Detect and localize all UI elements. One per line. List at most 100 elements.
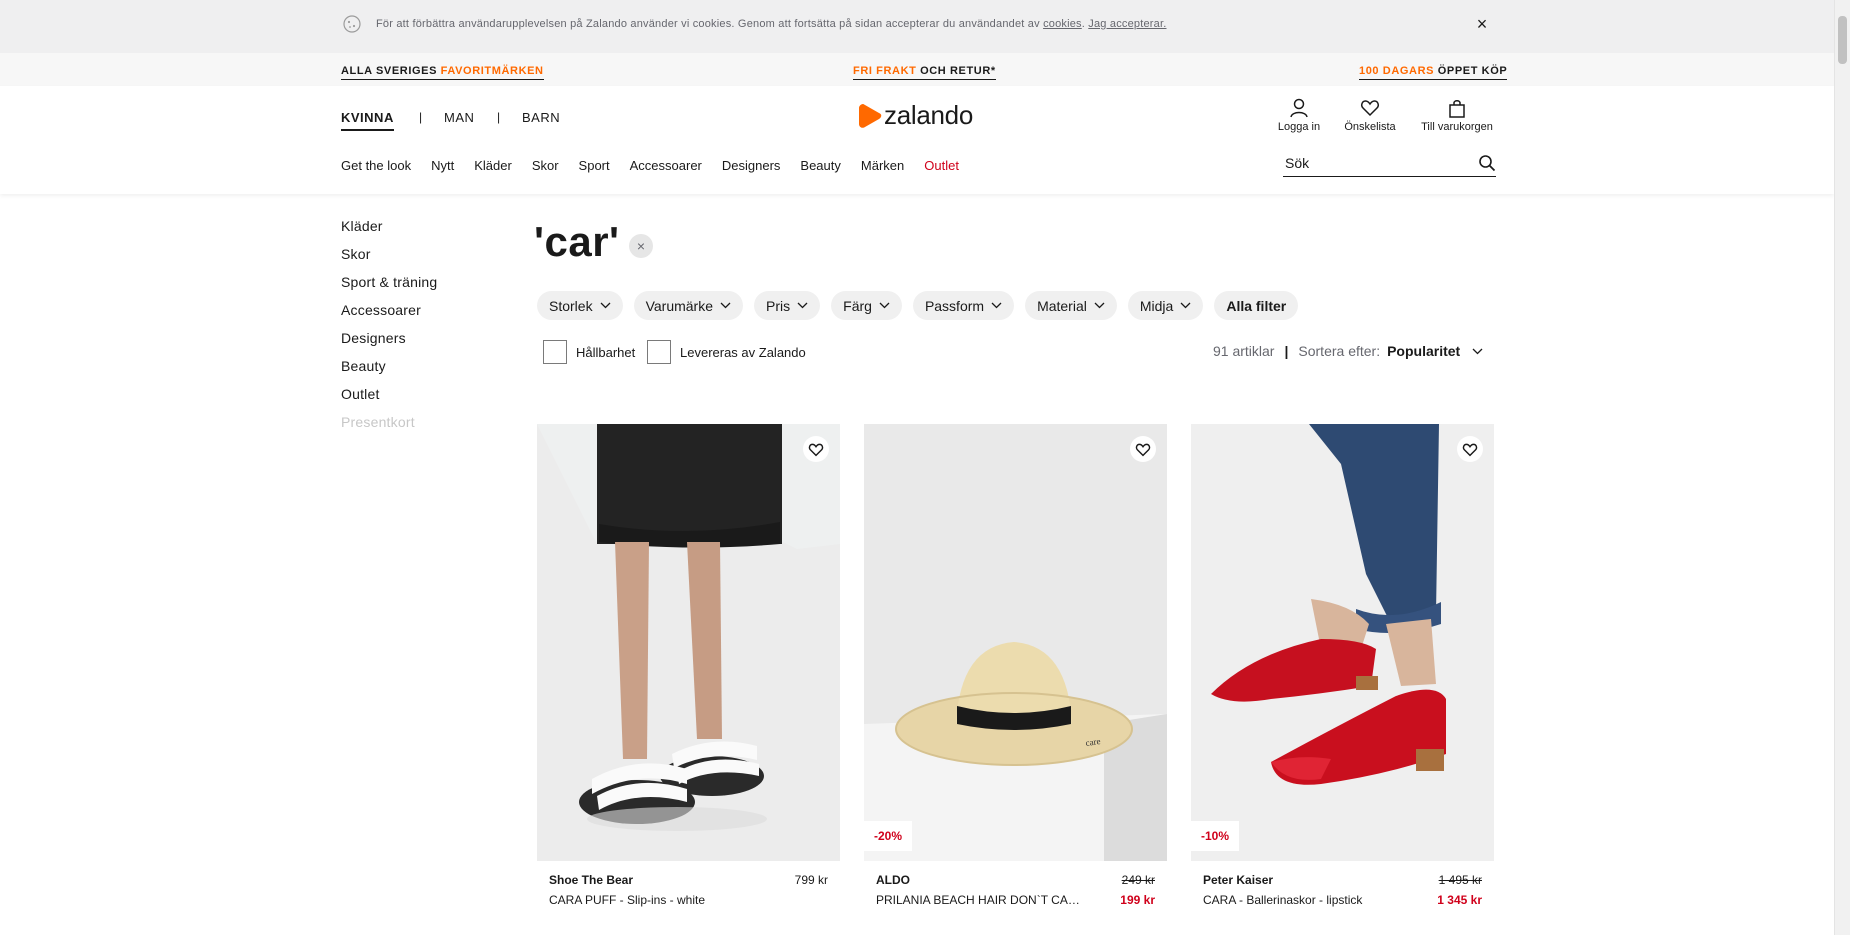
product-sale-price: 1 345 kr	[1437, 893, 1482, 907]
heart-icon	[1361, 100, 1379, 117]
nav-item-outlet[interactable]: Outlet	[924, 158, 959, 173]
gender-separator: |	[419, 110, 423, 124]
product-image[interactable]: -10%	[1191, 424, 1494, 861]
filter-midja[interactable]: Midja	[1127, 291, 1204, 320]
chevron-down-icon	[991, 302, 1002, 309]
chevron-down-icon	[1094, 302, 1105, 309]
product-name: CARA PUFF - Slip-ins - white	[549, 893, 706, 907]
wishlist-button[interactable]: Önskelista	[1339, 98, 1401, 133]
scrollbar-thumb[interactable]	[1838, 16, 1847, 64]
product-card[interactable]: Shoe The Bear 799 kr CARA PUFF - Slip-in…	[537, 424, 840, 913]
login-button[interactable]: Logga in	[1271, 98, 1327, 133]
page-scrollbar[interactable]	[1834, 0, 1850, 935]
filter-farg[interactable]: Färg	[831, 291, 902, 320]
zalando-delivery-label: Levereras av Zalando	[680, 344, 806, 360]
product-brand: ALDO	[876, 873, 910, 887]
cookie-text: För att förbättra användarupplevelsen på…	[376, 18, 1167, 30]
sort-label: Sortera efter:	[1298, 343, 1381, 359]
product-old-price: 1 495 kr	[1438, 873, 1482, 887]
filter-storlek[interactable]: Storlek	[537, 291, 623, 320]
nav-item-beauty[interactable]: Beauty	[800, 158, 840, 173]
chevron-down-icon	[600, 302, 611, 309]
sort-separator: |	[1284, 343, 1289, 359]
search-query-title: 'car'	[534, 218, 620, 265]
close-icon[interactable]: ×	[1472, 14, 1492, 34]
sidebar-item-sport[interactable]: Sport & träning	[341, 272, 437, 300]
product-card[interactable]: care -20% ALDO 249 kr PRILANIA BEACH HAI…	[864, 424, 1167, 913]
product-image[interactable]	[537, 424, 840, 861]
nav-item-nytt[interactable]: Nytt	[431, 158, 454, 173]
sidebar-item-accessoarer[interactable]: Accessoarer	[341, 300, 437, 328]
product-name: CARA - Ballerinaskor - lipstick	[1203, 893, 1363, 907]
promo-free-shipping-link[interactable]: FRI FRAKT OCH RETUR*	[853, 65, 996, 80]
article-count: 91 artiklar	[1213, 343, 1275, 359]
discount-badge: -10%	[1191, 821, 1240, 851]
product-meta: Peter Kaiser 1 495 kr CARA - Ballerinask…	[1191, 861, 1494, 913]
close-icon[interactable]: ×	[629, 234, 653, 258]
gender-tab-men[interactable]: MAN	[444, 110, 474, 125]
product-meta: ALDO 249 kr PRILANIA BEACH HAIR DON`T CA…	[864, 861, 1167, 913]
chevron-down-icon[interactable]	[1472, 348, 1483, 355]
sustainability-label: Hållbarhet	[576, 344, 636, 360]
product-image[interactable]: care -20%	[864, 424, 1167, 861]
user-icon	[1290, 98, 1308, 118]
promo-return-link[interactable]: 100 DAGARS ÖPPET KÖP	[1359, 65, 1508, 80]
sidebar-item-skor[interactable]: Skor	[341, 244, 437, 272]
search-box	[1283, 152, 1496, 177]
product-name: PRILANIA BEACH HAIR DON`T CARE - Hatt - …	[876, 893, 1086, 907]
zalando-logo[interactable]: zalando	[858, 100, 973, 131]
nav-item-sport[interactable]: Sport	[579, 158, 610, 173]
discount-badge: -20%	[864, 821, 913, 851]
sidebar-item-designers[interactable]: Designers	[341, 328, 437, 356]
gender-tab-kids[interactable]: BARN	[522, 110, 560, 125]
zalando-delivery-checkbox-row[interactable]: Levereras av Zalando	[647, 340, 806, 364]
hat-photo: care	[864, 424, 1167, 861]
nav-item-klader[interactable]: Kläder	[474, 158, 512, 173]
cookies-link[interactable]: cookies	[1043, 18, 1082, 30]
chevron-down-icon	[879, 302, 890, 309]
sort-select[interactable]: Popularitet	[1387, 343, 1460, 359]
nav-item-marken[interactable]: Märken	[861, 158, 904, 173]
gender-separator: |	[497, 110, 501, 124]
sustainability-checkbox[interactable]	[543, 340, 567, 364]
filter-pris[interactable]: Pris	[754, 291, 821, 320]
main-nav: Get the look Nytt Kläder Skor Sport Acce…	[341, 158, 979, 173]
sidebar-item-klader[interactable]: Kläder	[341, 216, 437, 244]
nav-item-get-the-look[interactable]: Get the look	[341, 158, 411, 173]
sort-bar: 91 artiklar | Sortera efter: Popularitet	[1213, 343, 1483, 359]
chevron-down-icon	[797, 302, 808, 309]
heart-icon[interactable]	[1457, 436, 1483, 462]
search-icon[interactable]	[1478, 154, 1496, 172]
zalando-delivery-checkbox[interactable]	[647, 340, 671, 364]
svg-text:care: care	[1085, 736, 1101, 748]
filter-varumarke[interactable]: Varumärke	[633, 291, 744, 320]
sidebar-item-outlet[interactable]: Outlet	[341, 384, 437, 412]
nav-item-accessoarer[interactable]: Accessoarer	[630, 158, 702, 173]
accept-cookies-link[interactable]: Jag accepterar.	[1088, 18, 1166, 30]
promo-brands-link[interactable]: ALLA SVERIGES FAVORITMÄRKEN	[341, 65, 544, 80]
bag-icon	[1449, 100, 1465, 118]
nav-item-skor[interactable]: Skor	[532, 158, 559, 173]
ballerina-photo	[1191, 424, 1494, 861]
nav-item-designers[interactable]: Designers	[722, 158, 781, 173]
sustainability-checkbox-row[interactable]: Hållbarhet	[543, 340, 635, 364]
zalando-logo-mark	[859, 103, 882, 128]
chevron-down-icon	[1180, 302, 1191, 309]
sidebar-item-beauty[interactable]: Beauty	[341, 356, 437, 384]
product-sale-price: 199 kr	[1120, 893, 1155, 907]
filter-passform[interactable]: Passform	[912, 291, 1015, 320]
category-sidebar: Kläder Skor Sport & träning Accessoarer …	[341, 216, 437, 440]
heart-icon[interactable]	[803, 436, 829, 462]
logo-wordmark: zalando	[884, 100, 973, 130]
filter-material[interactable]: Material	[1025, 291, 1117, 320]
product-card[interactable]: -10% Peter Kaiser 1 495 kr CARA - Baller…	[1191, 424, 1494, 913]
gender-tab-women[interactable]: KVINNA	[341, 110, 394, 131]
heart-icon[interactable]	[1130, 436, 1156, 462]
product-brand: Peter Kaiser	[1203, 873, 1274, 887]
sidebar-item-presentkort: Presentkort	[341, 414, 415, 430]
cookie-icon	[343, 15, 361, 33]
site-header: KVINNA | MAN | BARN zalando Logga in Öns…	[0, 86, 1834, 194]
cart-button[interactable]: Till varukorgen	[1416, 98, 1498, 133]
search-input[interactable]	[1283, 152, 1463, 174]
all-filters-button[interactable]: Alla filter	[1214, 291, 1299, 320]
